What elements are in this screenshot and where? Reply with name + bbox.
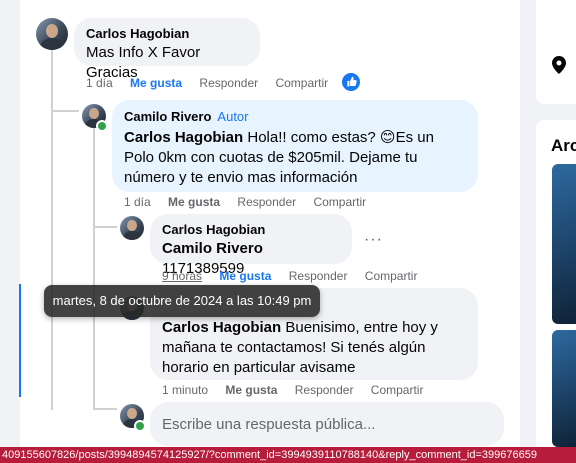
comment-text: Carlos Hagobian Buenisimo, entre hoy y m… [162,318,466,378]
thread-line [51,110,79,112]
location-pin-icon [552,56,566,79]
comment-bubble: Carlos Hagobian Mas Info X Favor Gracias [74,18,260,81]
share-button[interactable]: Compartir [313,195,366,209]
comment-actions: 9 horas Me gusta Responder Compartir [162,269,431,283]
media-thumbnail[interactable] [552,164,576,324]
comment-bubble: Carlos Hagobian Camilo Rivero 1171389599 [150,214,352,277]
highlight-accent-bar [19,284,21,397]
comment-actions: 1 día Me gusta Responder Compartir [86,76,342,90]
reply-button[interactable]: Responder [199,76,258,90]
share-button[interactable]: Compartir [371,383,424,397]
comment-text: Carlos Hagobian Hola!! como estas? 😊Es u… [124,128,466,188]
reply-button[interactable]: Responder [295,383,354,397]
like-button[interactable]: Me gusta [130,76,182,90]
comment-time[interactable]: 1 día [86,76,113,90]
thread-line [51,50,53,410]
status-url-bar: 409155607826/posts/3994894574125927/?com… [0,447,576,463]
comment-author[interactable]: Camilo Rivero [124,109,211,124]
thread-line [93,408,117,410]
mention[interactable]: Camilo Rivero [162,240,263,257]
more-options-icon[interactable]: ··· [364,231,383,249]
comment-author[interactable]: Carlos Hagobian [86,26,248,41]
comment-time[interactable]: 9 horas [162,269,202,283]
share-button[interactable]: Compartir [275,76,328,90]
like-button[interactable]: Me gusta [219,269,271,283]
comment-time[interactable]: 1 minuto [162,383,208,397]
smile-emoji-icon: 😊 [379,129,396,146]
sidebar-title: Arc [551,136,576,155]
comment-actions: 1 día Me gusta Responder Compartir [124,195,380,209]
like-button[interactable]: Me gusta [168,195,220,209]
media-thumbnail[interactable] [552,330,576,447]
share-button[interactable]: Compartir [365,269,418,283]
comment-time[interactable]: 1 día [124,195,151,209]
reply-input[interactable] [150,402,504,446]
comment-bubble: Camilo Rivero Autor Carlos Hagobian Hola!… [112,100,478,192]
like-button[interactable]: Me gusta [225,383,277,397]
online-status-icon [96,120,108,132]
reply-button[interactable]: Responder [289,269,348,283]
author-badge: Autor [217,109,249,124]
timestamp-tooltip: martes, 8 de octubre de 2024 a las 10:49… [44,285,320,317]
comment-actions: 1 minuto Me gusta Responder Compartir [162,383,437,397]
thread-line [93,128,95,410]
thumbs-up-icon[interactable] [342,73,360,91]
reply-button[interactable]: Responder [237,195,296,209]
avatar[interactable] [36,18,68,50]
mention[interactable]: Carlos Hagobian [124,129,243,146]
mention[interactable]: Carlos Hagobian [162,319,281,336]
comment-text-part: Hola!! como estas? [243,129,380,146]
online-status-icon [134,420,146,432]
thread-line [93,226,117,228]
avatar[interactable] [120,216,144,240]
comment-author[interactable]: Carlos Hagobian [162,222,340,237]
info-card [536,0,576,104]
